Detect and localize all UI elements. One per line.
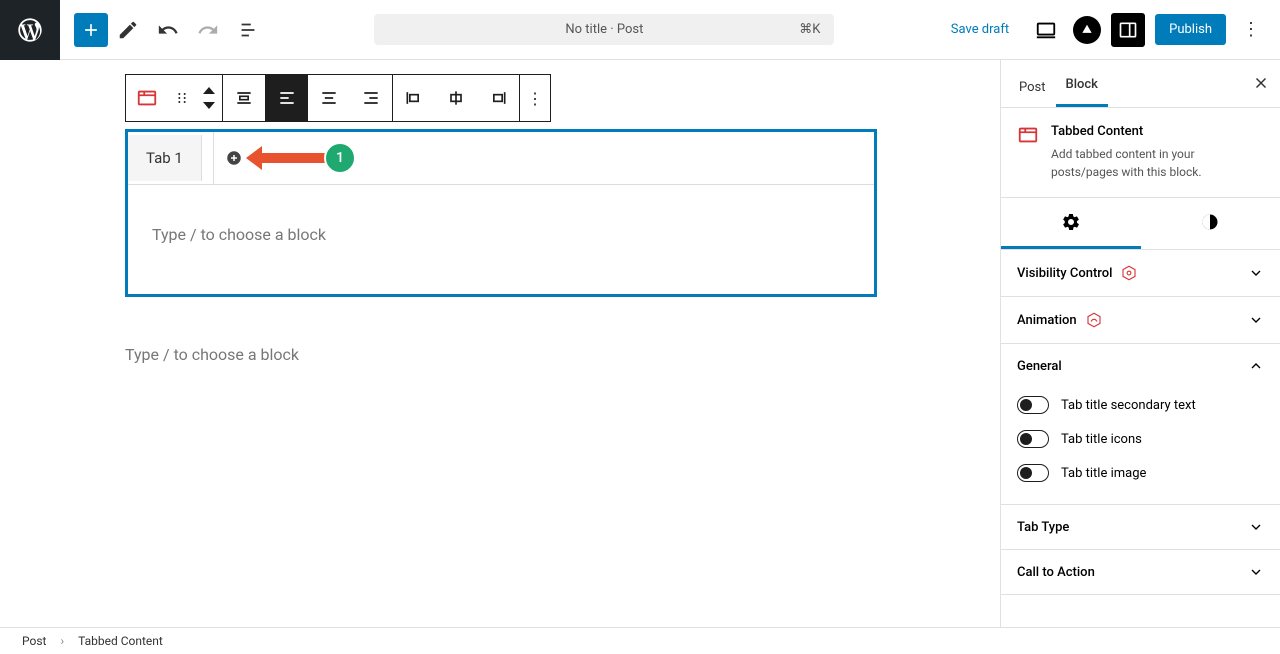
- toggle-image: Tab title image: [1017, 456, 1264, 490]
- panel-head-cta[interactable]: Call to Action: [1001, 550, 1280, 594]
- justify-right-icon[interactable]: [477, 75, 519, 121]
- chevron-up-icon: [1248, 358, 1264, 374]
- tab-body[interactable]: Type / to choose a block: [128, 184, 874, 294]
- tabbed-content-block[interactable]: Tab 1 1 Type / to choose a block: [125, 129, 877, 297]
- editor-topbar: No title · Post ⌘K Save draft Publish ⋮: [0, 0, 1280, 60]
- toggle-switch[interactable]: [1017, 464, 1049, 482]
- toggle-switch[interactable]: [1017, 430, 1049, 448]
- text-align-right-icon[interactable]: [350, 75, 392, 121]
- text-align-left-icon[interactable]: [266, 75, 308, 121]
- sidebar-toggle-button[interactable]: [1111, 13, 1145, 47]
- toggle-icons: Tab title icons: [1017, 422, 1264, 456]
- more-block-options-icon[interactable]: ⋮: [520, 75, 550, 121]
- tab-row: Tab 1 1: [128, 132, 874, 184]
- panel-head-animation[interactable]: Animation: [1001, 297, 1280, 343]
- view-device-icon[interactable]: [1029, 13, 1063, 47]
- justify-center-icon[interactable]: [435, 75, 477, 121]
- panel-animation: Animation: [1001, 297, 1280, 344]
- block-type-icon[interactable]: [126, 75, 168, 121]
- chevron-down-icon: [1248, 564, 1264, 580]
- panel-head-visibility[interactable]: Visibility Control: [1001, 250, 1280, 296]
- document-overview-icon[interactable]: [228, 10, 268, 50]
- undo-icon[interactable]: [148, 10, 188, 50]
- panel-tab-type: Tab Type: [1001, 505, 1280, 550]
- annotation-arrow: 1: [246, 142, 356, 174]
- document-title-pill[interactable]: No title · Post ⌘K: [374, 14, 834, 45]
- drag-handle-icon[interactable]: [168, 75, 196, 121]
- more-options-icon[interactable]: ⋮: [1236, 19, 1266, 40]
- plugin-circle-icon[interactable]: [1073, 16, 1101, 44]
- panel-head-tab-type[interactable]: Tab Type: [1001, 505, 1280, 549]
- panel-call-to-action: Call to Action: [1001, 550, 1280, 595]
- tab-post[interactable]: Post: [1009, 66, 1056, 107]
- panel-general: General Tab title secondary text Tab tit…: [1001, 344, 1280, 505]
- align-icon[interactable]: [223, 75, 265, 121]
- settings-subtabs: [1001, 198, 1280, 250]
- toggle-secondary-text: Tab title secondary text: [1017, 388, 1264, 422]
- chevron-down-icon: [1248, 312, 1264, 328]
- settings-gear-tab[interactable]: [1001, 198, 1141, 249]
- breadcrumb: Post › Tabbed Content: [0, 627, 1280, 654]
- breadcrumb-current[interactable]: Tabbed Content: [78, 634, 163, 648]
- settings-styles-tab[interactable]: [1141, 198, 1280, 249]
- tab-1[interactable]: Tab 1: [128, 135, 202, 181]
- tab-spacer: [202, 132, 214, 184]
- save-draft-button[interactable]: Save draft: [941, 16, 1019, 43]
- toggle-switch[interactable]: [1017, 396, 1049, 414]
- panel-visibility: Visibility Control: [1001, 250, 1280, 297]
- publish-button[interactable]: Publish: [1155, 14, 1226, 45]
- animation-icon: [1085, 311, 1103, 329]
- redo-icon[interactable]: [188, 10, 228, 50]
- annotation-badge: 1: [324, 142, 356, 174]
- wordpress-logo[interactable]: [0, 0, 60, 60]
- block-toolbar: ⋮: [125, 74, 551, 122]
- chevron-down-icon: [1248, 265, 1264, 281]
- outer-block-placeholder[interactable]: Type / to choose a block: [125, 345, 299, 364]
- edit-mode-icon[interactable]: [108, 10, 148, 50]
- command-shortcut: ⌘K: [799, 22, 820, 37]
- tab-block[interactable]: Block: [1056, 63, 1108, 107]
- block-title: Tabbed Content: [1051, 124, 1264, 139]
- tabbed-content-icon: [1017, 124, 1039, 181]
- add-block-button[interactable]: [74, 13, 108, 47]
- settings-sidebar: Post Block Tabbed Content Add tabbed con…: [1000, 60, 1280, 627]
- chevron-down-icon: [1248, 519, 1264, 535]
- block-info: Tabbed Content Add tabbed content in you…: [1001, 108, 1280, 198]
- chevron-right-icon: ›: [60, 634, 64, 648]
- move-up-down-icon[interactable]: [196, 75, 222, 121]
- document-title: No title · Post: [565, 22, 643, 37]
- justify-left-icon[interactable]: [393, 75, 435, 121]
- breadcrumb-root[interactable]: Post: [22, 634, 46, 648]
- close-sidebar-icon[interactable]: [1252, 74, 1270, 92]
- eye-icon: [1120, 264, 1138, 282]
- sidebar-tabs: Post Block: [1001, 60, 1280, 108]
- block-placeholder[interactable]: Type / to choose a block: [152, 225, 850, 244]
- text-align-center-icon[interactable]: [308, 75, 350, 121]
- block-description: Add tabbed content in your posts/pages w…: [1051, 145, 1264, 181]
- panel-head-general[interactable]: General: [1001, 344, 1280, 388]
